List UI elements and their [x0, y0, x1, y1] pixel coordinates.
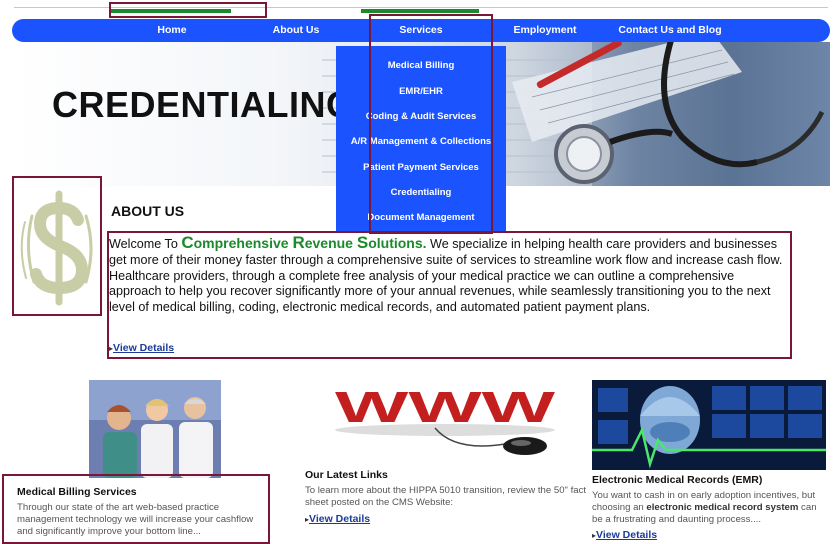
- emr-title: Electronic Medical Records (EMR): [592, 474, 763, 486]
- highlight-box-top: [109, 2, 267, 18]
- nav-contact-blog[interactable]: Contact Us and Blog: [610, 19, 730, 42]
- links-title: Our Latest Links: [305, 469, 388, 481]
- emr-text: You want to cash in on early adoption in…: [592, 490, 817, 525]
- emr-view-details-link[interactable]: View Details: [596, 529, 657, 541]
- about-heading: ABOUT US: [111, 203, 185, 219]
- stethoscope-icon: [512, 42, 825, 184]
- nav-about-us[interactable]: About Us: [256, 19, 336, 42]
- highlight-box-services: [369, 14, 493, 234]
- emr-view-details: ▸View Details: [592, 525, 657, 543]
- highlight-box-about: [107, 231, 792, 359]
- www-keyboard-graphic: WWW: [305, 382, 580, 462]
- links-text: To learn more about the HIPPA 5010 trans…: [305, 485, 587, 508]
- hero-title: CREDENTIALING: [52, 84, 355, 125]
- emr-photo: [592, 380, 826, 470]
- nav-employment[interactable]: Employment: [505, 19, 585, 42]
- nav-home[interactable]: Home: [132, 19, 212, 42]
- highlight-box-logo: [12, 176, 102, 316]
- doctors-photo: [89, 380, 221, 478]
- green-accent-services: [361, 9, 479, 13]
- links-view-details: ▸View Details: [305, 509, 370, 527]
- links-view-details-link[interactable]: View Details: [309, 513, 370, 525]
- highlight-box-billing: [2, 474, 270, 544]
